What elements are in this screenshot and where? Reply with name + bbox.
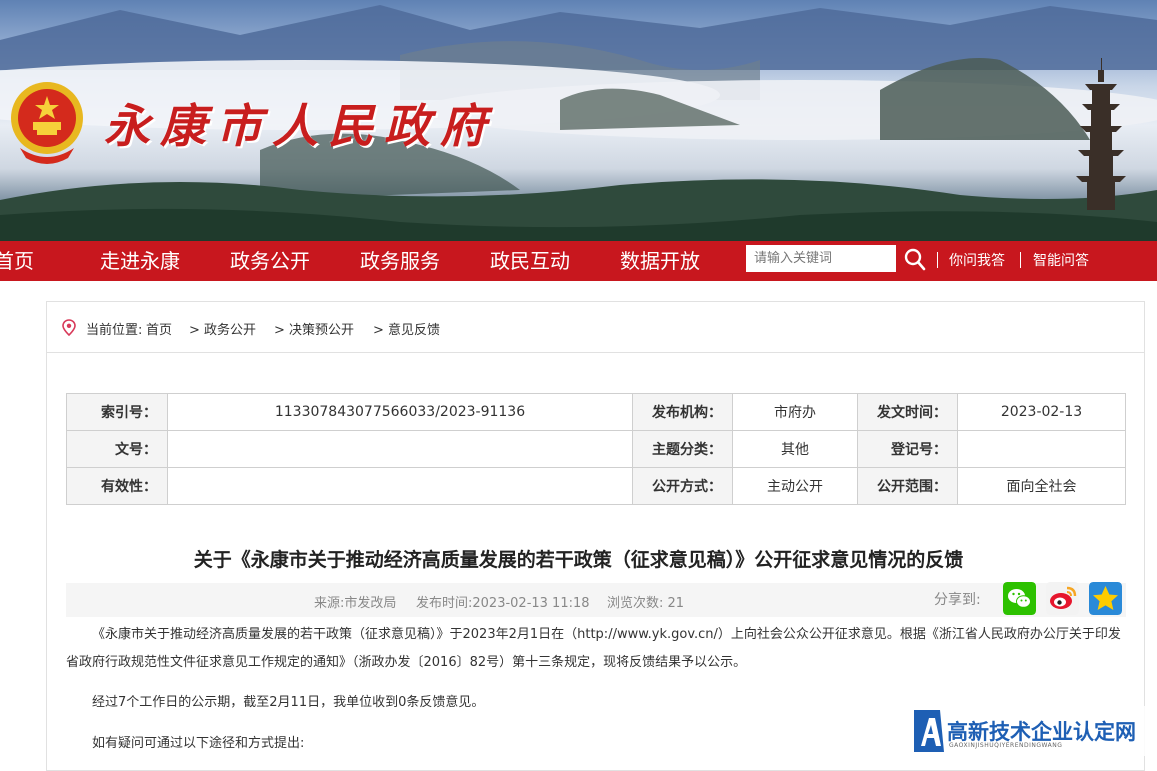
- table-row: 有效性： 公开方式： 主动公开 公开范围： 面向全社会: [66, 467, 1126, 505]
- article-paragraph: 《永康市关于推动经济高质量发展的若干政策（征求意见稿）》于2023年2月1日在（…: [66, 627, 1121, 670]
- article-views: 浏览次数: 21: [607, 596, 685, 611]
- weibo-share-icon[interactable]: [1046, 582, 1079, 615]
- breadcrumb-feedback[interactable]: > 意见反馈: [373, 319, 440, 338]
- disclosure-method-label: 公开方式：: [632, 467, 733, 505]
- doc-number-value: [167, 430, 633, 468]
- header-banner: 永康市人民政府: [0, 0, 1157, 241]
- index-number-value: 113307843077566033/2023-91136: [167, 393, 633, 431]
- nav-item-open-data[interactable]: 数据开放: [620, 241, 700, 281]
- issue-date-label: 发文时间：: [857, 393, 958, 431]
- article-source: 来源:市发改局: [314, 596, 397, 611]
- wechat-share-icon[interactable]: [1003, 582, 1036, 615]
- disclosure-scope-value: 面向全社会: [957, 467, 1126, 505]
- breadcrumb: 当前位置: 首页 > 政务公开 > 决策预公开 > 意见反馈: [47, 302, 1144, 353]
- share-label: 分享到:: [934, 592, 981, 608]
- link-qa[interactable]: 你问我答: [949, 241, 1005, 281]
- index-number-label: 索引号：: [66, 393, 168, 431]
- breadcrumb-decision[interactable]: > 决策预公开: [274, 319, 354, 338]
- nav-item-gov-open[interactable]: 政务公开: [230, 241, 310, 281]
- article-publish-time: 发布时间:2023-02-13 11:18: [416, 596, 590, 611]
- qzone-share-icon[interactable]: [1089, 582, 1122, 615]
- table-row: 索引号： 113307843077566033/2023-91136 发布机构：…: [66, 393, 1126, 431]
- breadcrumb-prefix: 当前位置:: [86, 323, 143, 338]
- watermark-subtext: GAOXINJISHUQIYERENDINGWANG: [949, 742, 1063, 749]
- breadcrumb-gov-open[interactable]: > 政务公开: [189, 319, 256, 338]
- site-title: 永康市人民政府: [104, 99, 496, 153]
- article-title: 关于《永康市关于推动经济高质量发展的若干政策（征求意见稿）》公开征求意见情况的反…: [193, 549, 964, 571]
- location-pin-icon: [62, 319, 76, 336]
- disclosure-method-value: 主动公开: [732, 467, 858, 505]
- validity-label: 有效性：: [66, 467, 168, 505]
- link-smart-qa[interactable]: 智能问答: [1033, 241, 1089, 281]
- registration-value: [957, 430, 1126, 468]
- table-row: 文号： 主题分类： 其他 登记号：: [66, 430, 1126, 468]
- document-info-table: 索引号： 113307843077566033/2023-91136 发布机构：…: [66, 393, 1126, 505]
- search-icon[interactable]: [903, 247, 927, 271]
- national-emblem-icon: [11, 82, 83, 164]
- nav-item-home[interactable]: 首页: [0, 241, 34, 281]
- validity-value: [167, 467, 633, 505]
- nav-divider: [937, 252, 938, 268]
- nav-item-gov-service[interactable]: 政务服务: [360, 241, 440, 281]
- publisher-label: 发布机构：: [632, 393, 733, 431]
- doc-number-label: 文号：: [66, 430, 168, 468]
- breadcrumb-home[interactable]: 首页: [146, 319, 172, 338]
- search-input[interactable]: [746, 245, 896, 272]
- nav-item-interaction[interactable]: 政民互动: [490, 241, 570, 281]
- nav-divider: [1020, 252, 1021, 268]
- disclosure-scope-label: 公开范围：: [857, 467, 958, 505]
- publisher-value: 市府办: [732, 393, 858, 431]
- topic-value: 其他: [732, 430, 858, 468]
- nav-item-about[interactable]: 走进永康: [100, 241, 180, 281]
- topic-label: 主题分类：: [632, 430, 733, 468]
- registration-label: 登记号：: [857, 430, 958, 468]
- issue-date-value: 2023-02-13: [957, 393, 1126, 431]
